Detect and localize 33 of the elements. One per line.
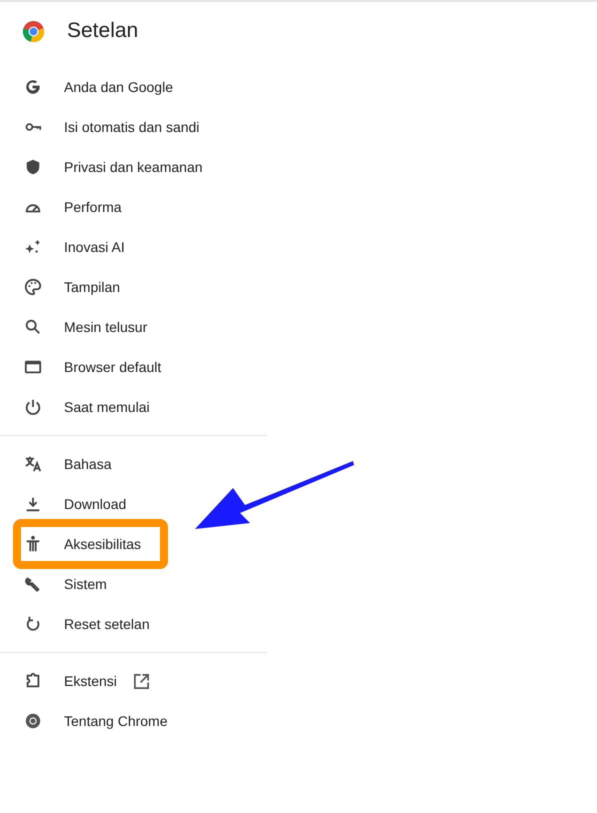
download-icon	[24, 495, 42, 513]
menu-item[interactable]: Mesin telusur	[24, 316, 148, 338]
shield-icon	[24, 158, 42, 176]
search-icon	[24, 318, 42, 336]
menu-item[interactable]: Performa	[24, 196, 122, 218]
menu-item[interactable]: Reset setelan	[24, 614, 150, 634]
menu-item[interactable]: Download	[24, 494, 126, 514]
page-title: Setelan	[67, 18, 138, 44]
menu-item[interactable]: Tentang Chrome	[24, 710, 168, 732]
chrome-logo-icon	[22, 20, 45, 42]
translate-icon	[24, 455, 42, 473]
chrome-icon	[24, 712, 42, 730]
sparkle-icon	[24, 238, 42, 256]
palette-icon	[24, 278, 42, 296]
menu-item[interactable]: Browser default	[24, 356, 162, 378]
google-g-icon	[24, 78, 42, 96]
menu-item[interactable]: Bahasa	[24, 454, 112, 474]
menu-item[interactable]: Sistem	[24, 574, 107, 594]
puzzle-icon	[24, 672, 42, 690]
menu-item[interactable]: Saat memulai	[24, 396, 150, 418]
wrench-icon	[24, 575, 42, 593]
reset-icon	[24, 615, 42, 633]
menu-item[interactable]: Inovasi AI	[24, 236, 125, 258]
window-icon	[24, 358, 42, 376]
external-link-icon[interactable]	[132, 672, 150, 690]
accessibility-icon	[24, 535, 42, 553]
menu-item[interactable]: Tampilan	[24, 276, 120, 298]
power-icon	[24, 398, 42, 416]
menu-item[interactable]: Ekstensi	[24, 670, 117, 692]
menu-item[interactable]: Privasi dan keamanan	[24, 156, 203, 178]
menu-item[interactable]: Aksesibilitas	[24, 534, 142, 554]
menu-item[interactable]: Anda dan Google	[24, 76, 173, 98]
menu-item[interactable]: Isi otomatis dan sandi	[24, 116, 200, 138]
